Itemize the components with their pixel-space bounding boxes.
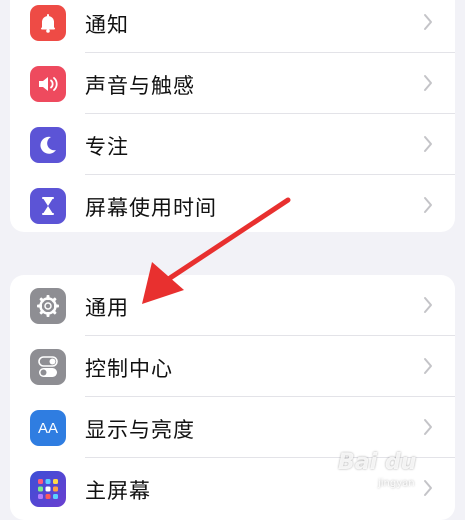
settings-row-notifications[interactable]: 通知 [10,0,455,53]
chevron-right-icon [424,297,432,313]
settings-row-control-center[interactable]: 控制中心 [10,336,455,397]
settings-row-screen-time[interactable]: 屏幕使用时间 [10,175,455,232]
chevron-right-icon [424,14,432,30]
settings-row-focus[interactable]: 专注 [10,114,455,175]
aa-text-icon: AA [30,410,66,446]
watermark-subtext: jingyan [378,478,415,489]
settings-row-display-brightness[interactable]: AA 显示与亮度 [10,397,455,458]
settings-row-label: 屏幕使用时间 [85,196,217,220]
speaker-icon [30,66,66,102]
settings-row-general[interactable]: 通用 [10,275,455,336]
settings-group-notifications: 通知 声音与触感 专注 屏幕使用时间 [10,0,455,232]
chevron-right-icon [424,136,432,152]
settings-row-label: 通用 [85,296,129,320]
watermark-logo: Bai du [338,450,417,475]
moon-icon [30,127,66,163]
toggle-switches-icon [30,349,66,385]
settings-row-label: 主屏幕 [85,479,151,503]
settings-row-label: 控制中心 [85,357,173,381]
hourglass-icon [30,188,66,224]
settings-row-label: 声音与触感 [85,74,195,98]
settings-row-label: 显示与亮度 [85,418,195,442]
settings-row-label: 专注 [85,135,129,159]
chevron-right-icon [424,419,432,435]
settings-row-sounds[interactable]: 声音与触感 [10,53,455,114]
bell-icon [30,5,66,41]
settings-row-label: 通知 [85,13,129,37]
chevron-right-icon [424,480,432,496]
chevron-right-icon [424,358,432,374]
chevron-right-icon [424,197,432,213]
gear-icon [30,288,66,324]
chevron-right-icon [424,75,432,91]
aa-text: AA [37,419,58,437]
